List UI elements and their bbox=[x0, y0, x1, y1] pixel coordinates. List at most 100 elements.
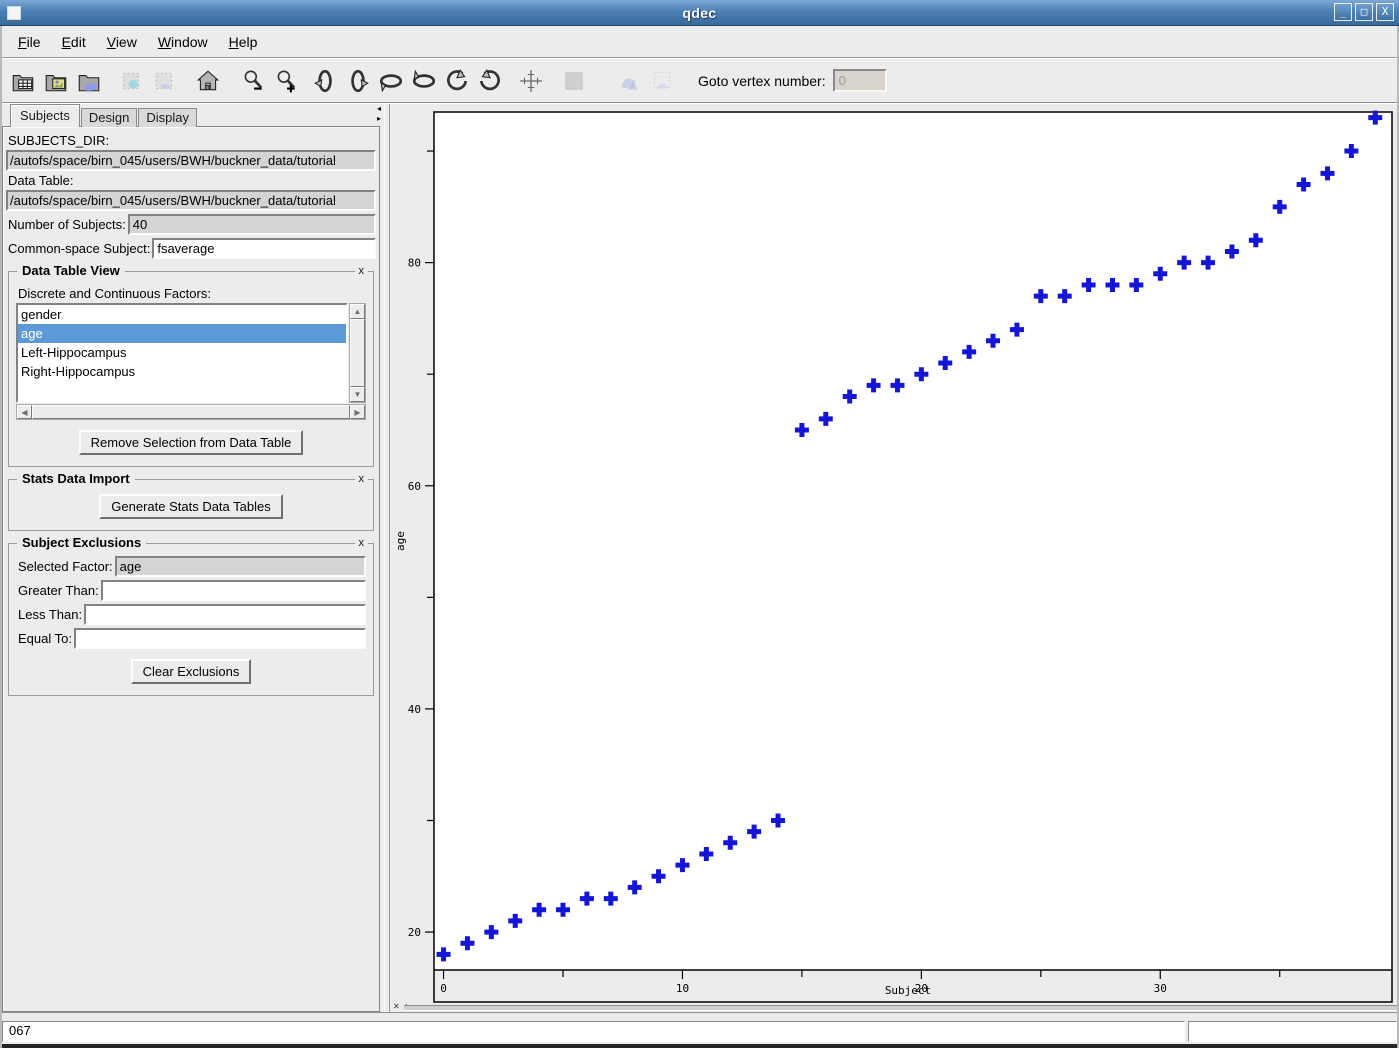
maximize-button[interactable]: □ bbox=[1355, 3, 1373, 21]
generate-stats-button[interactable]: Generate Stats Data Tables bbox=[99, 494, 282, 519]
data-table-view-section: Data Table View x Discrete and Continuou… bbox=[8, 271, 374, 467]
pane-collapse-left-icon[interactable]: ◂ bbox=[374, 104, 384, 114]
restore-view-icon[interactable] bbox=[614, 65, 644, 96]
scroll-left-icon[interactable]: ◀ bbox=[17, 405, 32, 419]
menu-help[interactable]: Help bbox=[226, 32, 261, 52]
menu-window[interactable]: Window bbox=[155, 32, 211, 52]
list-item-right-hippocampus[interactable]: Right-Hippocampus bbox=[18, 362, 346, 381]
subjects-tab-panel: SUBJECTS_DIR: Data Table: Number of Subj… bbox=[2, 126, 380, 1012]
close-button[interactable]: X bbox=[1376, 3, 1394, 21]
crosshair-icon[interactable] bbox=[516, 65, 546, 96]
roll-left-icon[interactable] bbox=[442, 65, 472, 96]
data-table-view-close-icon[interactable]: x bbox=[355, 265, 369, 277]
pane-expand-right-icon[interactable]: ▸ bbox=[374, 114, 384, 124]
goto-vertex-label: Goto vertex number: bbox=[698, 73, 826, 89]
zoom-out-icon[interactable] bbox=[238, 65, 268, 96]
greater-than-input[interactable] bbox=[101, 580, 366, 601]
menu-edit[interactable]: Edit bbox=[59, 32, 89, 52]
list-item-gender[interactable]: gender bbox=[18, 305, 346, 324]
clear-exclusions-button[interactable]: Clear Exclusions bbox=[131, 659, 252, 684]
window-border-left bbox=[0, 0, 2, 1048]
common-space-field[interactable] bbox=[152, 238, 376, 259]
equal-to-label: Equal To: bbox=[18, 631, 72, 646]
common-space-label: Common-space Subject: bbox=[8, 241, 150, 256]
equal-to-input[interactable] bbox=[74, 628, 366, 649]
svg-text:60: 60 bbox=[408, 480, 421, 493]
subject-exclusions-section: Subject Exclusions x Selected Factor: Gr… bbox=[8, 543, 374, 696]
num-subjects-field[interactable] bbox=[128, 214, 376, 235]
stats-data-import-close-icon[interactable]: x bbox=[355, 473, 369, 485]
scroll-up-icon[interactable]: ▲ bbox=[350, 304, 365, 319]
main-area: Subjects Design Display ◂ ▸ SUBJECTS_DIR… bbox=[0, 104, 1399, 1012]
greater-than-label: Greater Than: bbox=[18, 583, 99, 598]
subject-exclusions-title: Subject Exclusions bbox=[17, 535, 146, 550]
factors-label: Discrete and Continuous Factors: bbox=[18, 286, 366, 301]
goto-vertex-input[interactable] bbox=[833, 69, 887, 92]
svg-text:10: 10 bbox=[676, 982, 689, 995]
data-table-view-title: Data Table View bbox=[17, 263, 125, 278]
save-project-icon[interactable] bbox=[150, 65, 180, 96]
plot-area bbox=[434, 112, 1392, 970]
reset-view-icon[interactable] bbox=[193, 65, 223, 96]
load-data-table-icon[interactable] bbox=[8, 65, 38, 96]
rotate-up-icon[interactable] bbox=[409, 65, 439, 96]
menubar: File Edit View Window Help bbox=[0, 26, 1399, 58]
svg-text:80: 80 bbox=[408, 257, 421, 270]
rotate-down-icon[interactable] bbox=[376, 65, 406, 96]
scroll-right-icon[interactable]: ▶ bbox=[350, 405, 365, 419]
bottom-separator bbox=[0, 1012, 1399, 1021]
num-subjects-label: Number of Subjects: bbox=[8, 217, 126, 232]
tab-subjects[interactable]: Subjects bbox=[10, 104, 80, 127]
factors-listbox[interactable]: gender age Left-Hippocampus Right-Hippoc… bbox=[16, 303, 348, 403]
factors-vscrollbar[interactable]: ▲ ▼ bbox=[349, 303, 366, 403]
less-than-input[interactable] bbox=[84, 604, 366, 625]
age-scatter-plot[interactable]: 010203020406080Subjectage bbox=[390, 104, 1399, 1004]
zoom-in-icon[interactable] bbox=[271, 65, 301, 96]
stats-data-import-section: Stats Data Import x Generate Stats Data … bbox=[8, 479, 374, 531]
status-right-field bbox=[1188, 1021, 1397, 1042]
menu-file[interactable]: File bbox=[15, 32, 44, 52]
tab-design[interactable]: Design bbox=[81, 108, 137, 127]
status-message: 067 bbox=[2, 1021, 1185, 1042]
toolbar: Goto vertex number: bbox=[0, 59, 1399, 103]
load-project-icon[interactable] bbox=[41, 65, 71, 96]
svg-text:20: 20 bbox=[408, 926, 421, 939]
save-view-icon[interactable] bbox=[647, 65, 677, 96]
menu-view[interactable]: View bbox=[104, 32, 140, 52]
selected-factor-label: Selected Factor: bbox=[18, 559, 113, 574]
list-item-left-hippocampus[interactable]: Left-Hippocampus bbox=[18, 343, 346, 362]
screenshot-icon[interactable] bbox=[559, 65, 589, 96]
list-item-age[interactable]: age bbox=[18, 324, 346, 343]
plot-region: 010203020406080Subjectage ✕ ▲ bbox=[390, 104, 1399, 1012]
remove-selection-button[interactable]: Remove Selection from Data Table bbox=[79, 430, 304, 455]
tab-bar: Subjects Design Display bbox=[10, 104, 198, 127]
rotate-right-icon[interactable] bbox=[343, 65, 373, 96]
tab-display[interactable]: Display bbox=[138, 108, 197, 127]
save-data-table-icon[interactable] bbox=[117, 65, 147, 96]
window-border-bottom bbox=[0, 1044, 1399, 1048]
selected-factor-field[interactable] bbox=[115, 556, 366, 577]
plot-hscroll-close-icon[interactable]: ✕ bbox=[393, 1003, 400, 1011]
titlebar[interactable]: qdec _ □ X bbox=[0, 0, 1399, 26]
subject-exclusions-close-icon[interactable]: x bbox=[355, 537, 369, 549]
subjects-dir-label: SUBJECTS_DIR: bbox=[8, 133, 376, 148]
window-title: qdec bbox=[0, 5, 1399, 21]
less-than-label: Less Than: bbox=[18, 607, 82, 622]
svg-text:30: 30 bbox=[1154, 982, 1167, 995]
plot-hscrollbar[interactable] bbox=[404, 1005, 1397, 1011]
x-axis-label: Subject bbox=[885, 984, 931, 997]
svg-text:40: 40 bbox=[408, 703, 421, 716]
rotate-left-icon[interactable] bbox=[310, 65, 340, 96]
y-axis-label: age bbox=[394, 531, 407, 551]
subjects-dir-field[interactable] bbox=[6, 150, 376, 171]
data-table-field[interactable] bbox=[6, 190, 376, 211]
stats-data-import-title: Stats Data Import bbox=[17, 471, 135, 486]
factors-hscrollbar[interactable]: ◀ ▶ bbox=[16, 404, 366, 420]
data-table-label: Data Table: bbox=[8, 173, 376, 188]
scroll-down-icon[interactable]: ▼ bbox=[350, 387, 365, 402]
load-surface-icon[interactable] bbox=[74, 65, 104, 96]
roll-right-icon[interactable] bbox=[475, 65, 505, 96]
vscroll-thumb[interactable] bbox=[350, 319, 365, 387]
minimize-button[interactable]: _ bbox=[1334, 3, 1352, 21]
hscroll-thumb[interactable] bbox=[32, 405, 350, 419]
